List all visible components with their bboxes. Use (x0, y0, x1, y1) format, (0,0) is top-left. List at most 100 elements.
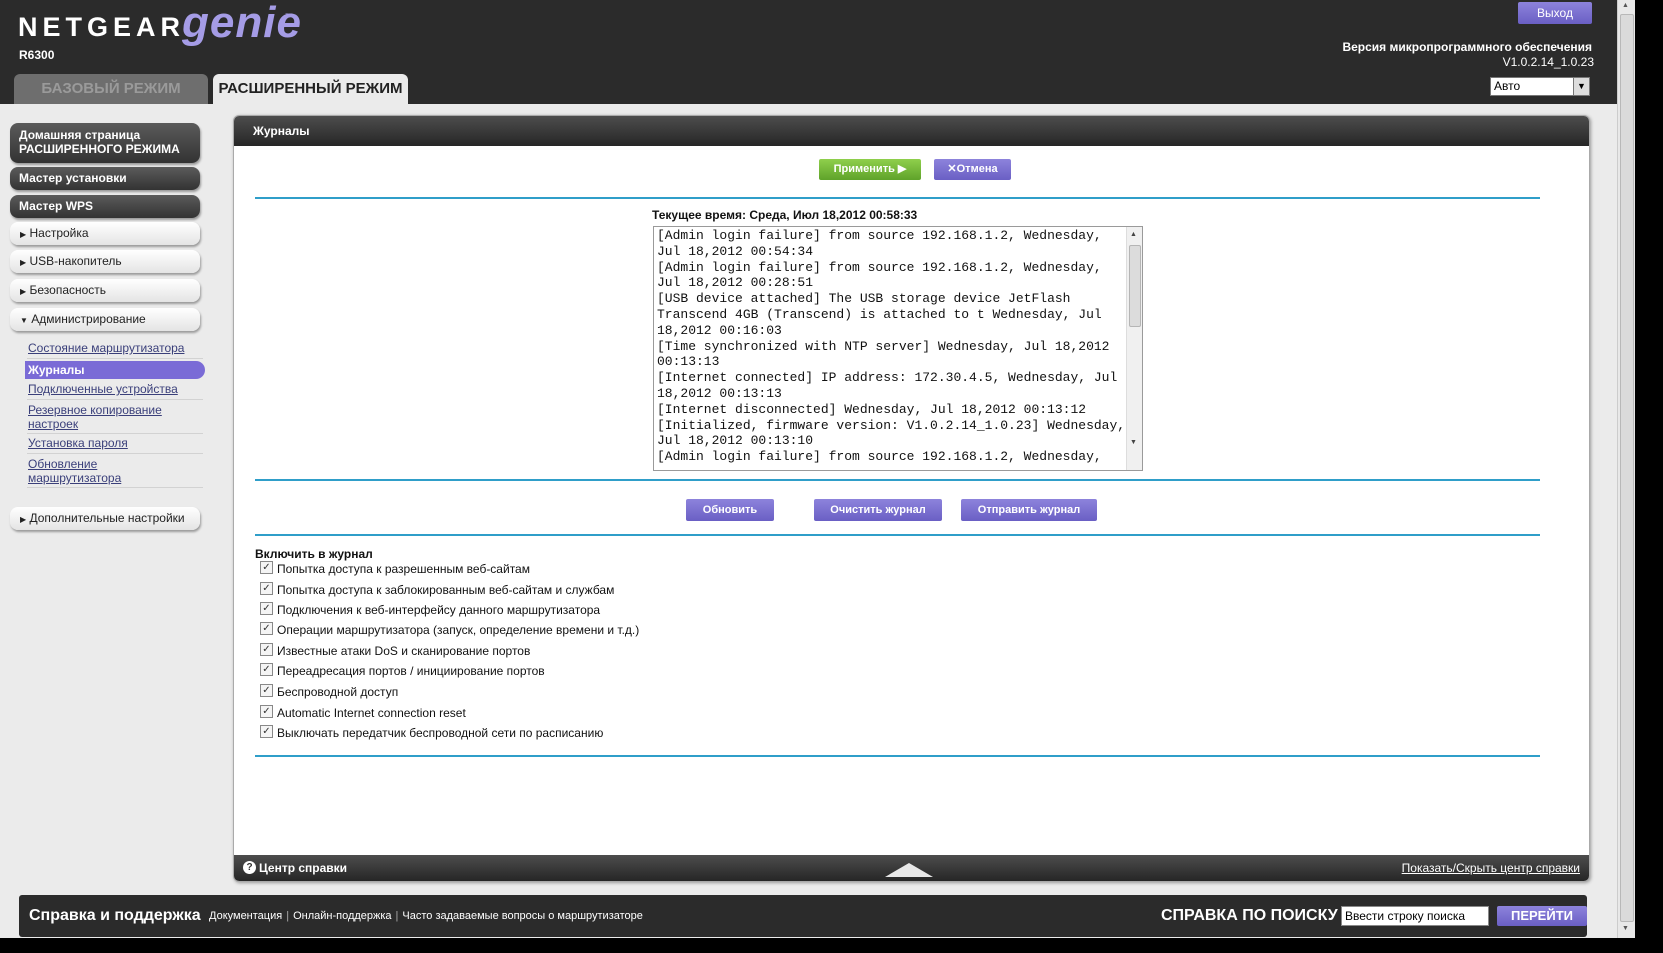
divider (27, 358, 203, 359)
search-input[interactable] (1341, 906, 1489, 926)
page-title: Журналы (234, 116, 1589, 146)
log-option[interactable]: ✓ Выключать передатчик беспроводной сети … (260, 725, 603, 741)
support-bar: Справка и поддержка Документация | Онлайн-… (19, 895, 1587, 937)
nav-setup-wizard[interactable]: Мастер установки (10, 167, 200, 190)
nav-section-security[interactable]: ▶ Безопасность (10, 279, 200, 302)
log-option-label: Подключения к веб-интерфейсу данного мар… (277, 603, 601, 617)
support-links: Документация | Онлайн-поддержка | Часто зада… (209, 895, 643, 937)
cancel-button[interactable]: ✕Отмена (934, 159, 1011, 180)
nav-section-label: Безопасность (29, 283, 107, 297)
router-admin-page: NETGEAR genie ™ R6300 БАЗОВЫЙ РЕЖИМ РАСШ… (0, 0, 1617, 938)
triangle-right-icon: ▶ (20, 258, 27, 267)
nav-section-administration[interactable]: ▼ Администрирование (10, 308, 200, 331)
log-option-label: Automatic Internet connection reset (277, 706, 466, 720)
sidebar-item-set-password[interactable]: Установка пароля (28, 436, 128, 450)
triangle-down-icon: ▼ (20, 316, 28, 325)
link-documentation[interactable]: Документация (209, 910, 282, 922)
scroll-down-icon[interactable]: ▼ (1622, 925, 1629, 932)
include-in-log-title: Включить в журнал (255, 547, 373, 561)
scroll-up-icon[interactable]: ▲ (1130, 231, 1137, 238)
checkbox-checked-icon[interactable]: ✓ (260, 561, 273, 575)
tab-advanced-mode[interactable]: РАСШИРЕННЫЙ РЕЖИМ (213, 74, 408, 104)
log-scrollbar[interactable]: ▲ ▼ (1126, 227, 1142, 470)
log-option[interactable]: ✓ Попытка доступа к заблокированным веб-с… (260, 582, 614, 598)
scrollbar-thumb[interactable] (1620, 14, 1634, 922)
netgear-logo: NETGEAR (18, 12, 186, 42)
sidebar-item-router-update[interactable]: Обновление маршрутизатора (28, 457, 153, 485)
genie-logo: genie (182, 0, 302, 47)
nav-section-label: Администрирование (31, 312, 146, 326)
tab-basic-mode[interactable]: БАЗОВЫЙ РЕЖИМ (14, 74, 208, 104)
send-log-button[interactable]: Отправить журнал (961, 499, 1097, 521)
sidebar-item-router-status[interactable]: Состояние маршрутизатора (28, 341, 184, 355)
search-help-title: СПРАВКА ПО ПОИСКУ (1161, 907, 1338, 924)
triangle-right-icon: ▶ (20, 230, 27, 239)
toggle-help-center-link[interactable]: Показать/Скрыть центр справки (1402, 855, 1580, 881)
nav-section-usb[interactable]: ▶ USB-накопитель (10, 250, 200, 273)
divider (255, 197, 1540, 199)
checkbox-checked-icon[interactable]: ✓ (260, 602, 273, 616)
sidebar-item-attached-devices[interactable]: Подключенные устройства (28, 382, 178, 396)
scroll-down-icon[interactable]: ▼ (1130, 439, 1137, 446)
checkbox-checked-icon[interactable]: ✓ (260, 582, 273, 596)
checkbox-checked-icon[interactable]: ✓ (260, 663, 273, 677)
nav-advanced-home[interactable]: Домашняя страница РАСШИРЕННОГО РЕЖИМА (10, 123, 200, 163)
nav-section-label: USB-накопитель (29, 254, 122, 268)
sidebar-item-backup-settings[interactable]: Резервное копирование настроек (28, 403, 178, 431)
log-option[interactable]: ✓ Попытка доступа к разрешенным веб-сайта… (260, 561, 530, 577)
link-online-support[interactable]: Онлайн-поддержка (293, 910, 391, 922)
divider (255, 755, 1540, 757)
log-option[interactable]: ✓ Беспроводной доступ (260, 684, 398, 700)
nav-section-label: Дополнительные настройки (29, 511, 185, 525)
expand-help-icon[interactable] (885, 863, 933, 877)
refresh-button[interactable]: Обновить (686, 499, 774, 521)
scrollbar-thumb[interactable] (1129, 245, 1141, 327)
nav-section-setup[interactable]: ▶ Настройка (10, 222, 200, 245)
checkbox-checked-icon[interactable]: ✓ (260, 705, 273, 719)
language-select[interactable]: Авто ▼ (1490, 77, 1590, 96)
log-content: [Admin login failure] from source 192.16… (657, 228, 1126, 465)
log-option[interactable]: ✓ Переадресация портов / инициирование по… (260, 663, 545, 679)
log-option[interactable]: ✓ Automatic Internet connection reset (260, 705, 466, 721)
log-option-label: Выключать передатчик беспроводной сети п… (277, 726, 604, 740)
divider (27, 453, 203, 454)
log-textarea[interactable]: [Admin login failure] from source 192.16… (653, 226, 1143, 471)
link-router-faq[interactable]: Часто задаваемые вопросы о маршрутизатор… (402, 910, 643, 922)
help-icon: ? (243, 861, 256, 874)
log-option-label: Операции маршрутизатора (запуск, определ… (277, 623, 640, 637)
support-title: Справка и поддержка (29, 907, 201, 924)
help-center-bar: ? Центр справки Показать/Скрыть центр сп… (234, 855, 1589, 881)
trademark-mark: ™ (285, 12, 293, 21)
apply-button[interactable]: Применить ▶ (819, 159, 921, 180)
divider (27, 487, 203, 488)
current-time: Текущее время: Среда, Июл 18,2012 00:58:… (652, 208, 918, 222)
divider (255, 479, 1540, 481)
log-option-label: Известные атаки DoS и сканирование порто… (277, 644, 531, 658)
firmware-label: Версия микропрограммного обеспечения (1342, 40, 1592, 54)
chevron-down-icon[interactable]: ▼ (1573, 78, 1589, 95)
checkbox-checked-icon[interactable]: ✓ (260, 622, 273, 636)
checkbox-checked-icon[interactable]: ✓ (260, 684, 273, 698)
divider (255, 534, 1540, 536)
nav-wps-wizard[interactable]: Мастер WPS (10, 195, 200, 218)
log-option[interactable]: ✓ Подключения к веб-интерфейсу данного ма… (260, 602, 600, 618)
header: NETGEAR genie ™ R6300 БАЗОВЫЙ РЕЖИМ РАСШ… (0, 0, 1617, 104)
checkbox-checked-icon[interactable]: ✓ (260, 725, 273, 739)
log-option[interactable]: ✓ Известные атаки DoS и сканирование порт… (260, 643, 530, 659)
link-separator: | (286, 910, 290, 922)
nav-section-label: Настройка (29, 226, 89, 240)
search-go-button[interactable]: ПЕРЕЙТИ (1497, 906, 1587, 926)
log-option[interactable]: ✓ Операции маршрутизатора (запуск, опреде… (260, 622, 639, 638)
log-option-label: Переадресация портов / инициирование пор… (277, 664, 545, 678)
scroll-up-icon[interactable]: ▲ (1622, 2, 1629, 9)
log-option-label: Попытка доступа к заблокированным веб-са… (277, 583, 615, 597)
sidebar-item-logs[interactable]: Журналы (25, 361, 205, 379)
checkbox-checked-icon[interactable]: ✓ (260, 643, 273, 657)
language-value: Авто (1494, 79, 1521, 93)
link-separator: | (395, 910, 399, 922)
clear-log-button[interactable]: Очистить журнал (814, 499, 942, 521)
nav-section-advanced-setup[interactable]: ▶ Дополнительные настройки (10, 507, 200, 530)
logout-button[interactable]: Выход (1518, 2, 1592, 24)
triangle-right-icon: ▶ (20, 287, 27, 296)
page-scrollbar[interactable]: ▲ ▼ (1617, 0, 1635, 938)
